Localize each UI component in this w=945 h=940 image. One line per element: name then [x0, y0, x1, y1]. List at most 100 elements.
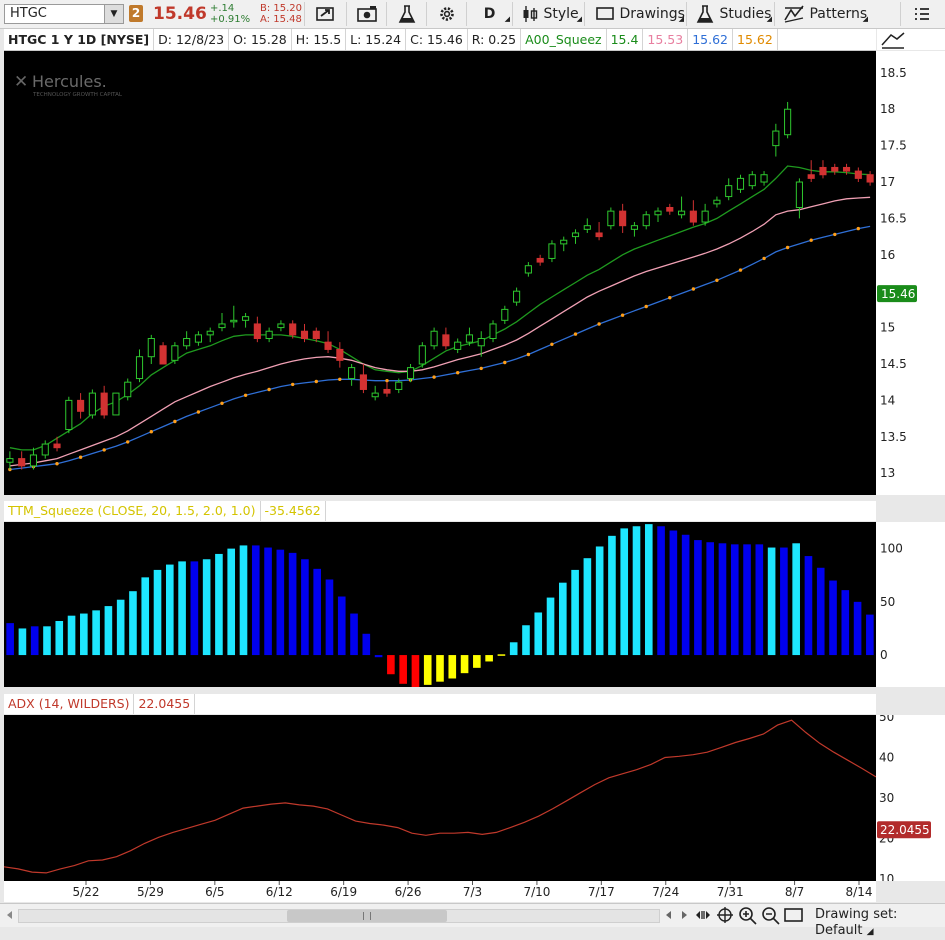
candle-body[interactable] [230, 319, 238, 323]
candle-body[interactable] [784, 108, 792, 136]
candle-body[interactable] [418, 345, 426, 365]
candle-body[interactable] [218, 323, 226, 329]
candle-body[interactable] [324, 341, 332, 350]
symbol-dropdown-button[interactable]: ▼ [104, 5, 123, 23]
candle-body[interactable] [206, 330, 214, 336]
adx-panel[interactable] [3, 715, 877, 881]
adx-axis[interactable]: 50 40 30 20 10 22.0455 [876, 710, 945, 886]
candle-body[interactable] [430, 330, 438, 347]
adx-line-chart[interactable] [3, 715, 877, 881]
candle-body[interactable] [29, 454, 38, 467]
candle-body[interactable] [583, 225, 591, 230]
candle-body[interactable] [642, 214, 650, 227]
study-name[interactable]: A00_Squeez [521, 29, 607, 50]
zoom-out-icon[interactable] [760, 905, 782, 925]
settings-button[interactable] [426, 2, 466, 26]
expand-time-axis-icon[interactable] [694, 905, 712, 925]
drawing-set-selector[interactable]: Drawing set: Default ◢ [815, 907, 945, 940]
candle-body[interactable] [371, 392, 379, 398]
time-axis[interactable]: 5/22 5/29 6/5 6/12 6/19 6/26 7/3 7/10 7/17 7/24 7/… [4, 881, 876, 902]
share-button[interactable] [304, 2, 346, 26]
candle-body[interactable] [807, 174, 815, 179]
squeeze-histogram[interactable] [4, 522, 876, 687]
candle-body[interactable] [88, 392, 96, 416]
drawings-menu-button[interactable]: Drawings ◢ [584, 2, 686, 26]
candle-body[interactable] [442, 334, 450, 347]
zoom-box-icon[interactable] [783, 905, 805, 925]
period-selector[interactable]: D ◢ [466, 2, 512, 26]
candle-body[interactable] [348, 367, 356, 380]
scroll-right-icon[interactable] [677, 905, 691, 925]
candle-body[interactable] [831, 166, 839, 172]
price-chart-panel[interactable]: ✕ Hercules. TECHNOLOGY GROWTH CAPITAL [4, 51, 876, 495]
candle-body[interactable] [854, 170, 862, 179]
candle-body[interactable] [147, 338, 155, 358]
candle-body[interactable] [112, 392, 120, 416]
candle-body[interactable] [548, 243, 556, 259]
studies-menu-button[interactable]: Studies ◢ [686, 2, 774, 26]
price-axis[interactable]: 18.51817.51716.51615.51514.51413.51315.4… [876, 51, 945, 495]
symbol-input[interactable]: HTGC ▼ [4, 4, 124, 24]
candle-body[interactable] [454, 341, 462, 350]
candle-body[interactable] [265, 330, 273, 340]
candle-body[interactable] [630, 225, 638, 230]
candle-body[interactable] [289, 323, 297, 336]
crosshair-icon[interactable] [715, 905, 735, 925]
candle-body[interactable] [619, 210, 627, 227]
candle-body[interactable] [336, 348, 344, 361]
candle-body[interactable] [194, 334, 202, 343]
horizontal-scrollbar[interactable] [18, 909, 660, 923]
candle-body[interactable] [713, 199, 721, 205]
candle-body[interactable] [748, 174, 756, 187]
candle-body[interactable] [760, 174, 768, 183]
candle-body[interactable] [489, 323, 497, 340]
scroll-left-icon[interactable] [3, 905, 17, 925]
candle-body[interactable] [571, 232, 580, 238]
patterns-menu-button[interactable]: Patterns ◢ [774, 2, 870, 26]
candle-body[interactable] [819, 166, 827, 176]
candle-body[interactable] [159, 345, 167, 365]
candle-body[interactable] [866, 174, 874, 183]
screenshot-button[interactable] [346, 2, 386, 26]
candle-body[interactable] [795, 181, 803, 208]
candle-body[interactable] [595, 232, 603, 238]
candle-body[interactable] [100, 392, 108, 416]
candle-body[interactable] [171, 345, 179, 361]
candle-body[interactable] [124, 381, 132, 398]
candle-body[interactable] [842, 166, 851, 172]
flask-button[interactable] [386, 2, 426, 26]
candle-body[interactable] [41, 443, 49, 456]
candle-body[interactable] [560, 239, 568, 245]
candle-body[interactable] [666, 206, 674, 212]
candle-body[interactable] [465, 334, 474, 343]
candle-body[interactable] [395, 381, 403, 390]
candle-body[interactable] [6, 458, 14, 463]
candle-body[interactable] [678, 210, 686, 216]
candle-body[interactable] [65, 399, 73, 430]
scrollbar-thumb[interactable] [287, 910, 447, 922]
candle-body[interactable] [772, 130, 780, 147]
candle-body[interactable] [383, 388, 391, 394]
adx-study-label[interactable]: ADX (14, WILDERS) [4, 694, 135, 714]
candle-body[interactable] [501, 308, 509, 321]
candle-body[interactable] [312, 330, 320, 340]
chart-menu-button[interactable] [900, 2, 942, 26]
candle-body[interactable] [406, 367, 415, 380]
candle-body[interactable] [536, 257, 544, 263]
candle-body[interactable] [18, 458, 26, 467]
zoom-in-icon[interactable] [737, 905, 759, 925]
price-chart[interactable]: ✕ Hercules. TECHNOLOGY GROWTH CAPITAL [4, 51, 876, 495]
candle-body[interactable] [689, 210, 697, 223]
candle-body[interactable] [524, 265, 532, 274]
candle-body[interactable] [736, 177, 745, 190]
chart-tool-button[interactable] [877, 29, 945, 50]
candle-body[interactable] [242, 316, 250, 321]
candle-body[interactable] [607, 210, 615, 227]
candle-body[interactable] [701, 210, 709, 223]
scroll-left-end-icon[interactable] [662, 905, 676, 925]
style-menu-button[interactable]: Style ◢ [512, 2, 584, 26]
candle-body[interactable] [654, 210, 662, 216]
squeeze-panel[interactable] [4, 522, 876, 687]
link-group-badge[interactable]: 2 [129, 5, 143, 22]
candle-body[interactable] [725, 185, 733, 198]
